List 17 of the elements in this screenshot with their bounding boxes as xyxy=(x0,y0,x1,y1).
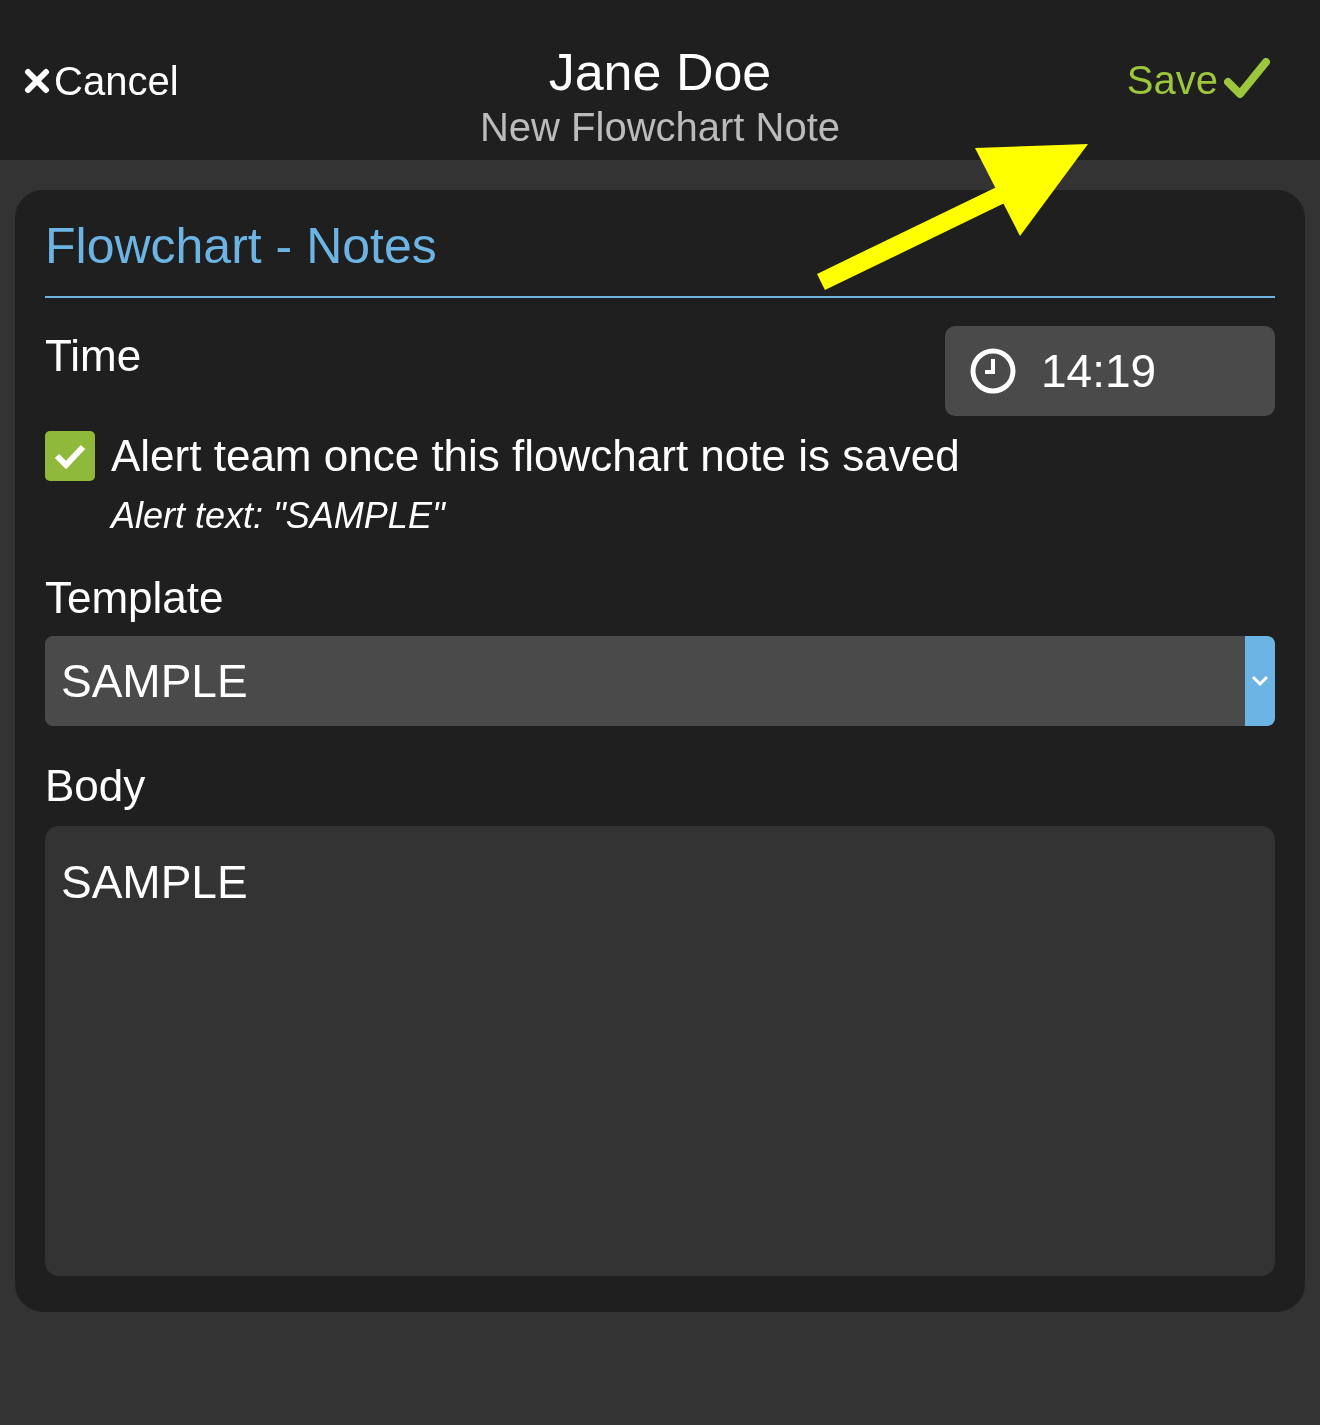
field-label: Template xyxy=(45,572,225,624)
field-label: Time xyxy=(45,330,142,382)
checkbox[interactable] xyxy=(45,431,95,481)
save-button[interactable]: Save xyxy=(1126,50,1296,110)
body-textarea[interactable]: SAMPLE xyxy=(45,826,1275,1276)
field-label: Body xyxy=(45,760,147,812)
close-icon xyxy=(24,68,50,94)
chevron-down-icon xyxy=(1251,675,1269,687)
template-dropdown[interactable]: SAMPLE xyxy=(45,636,1275,726)
cancel-button[interactable]: Cancel xyxy=(24,49,179,111)
alert-label: Alert team once this flowchart note is saved xyxy=(111,430,960,482)
screen-title: New Flowchart Note xyxy=(479,104,841,150)
check-icon xyxy=(54,443,86,469)
time-field[interactable]: 14:19 xyxy=(945,326,1275,416)
clock-icon xyxy=(969,347,1017,395)
patient-name: Jane Doe xyxy=(548,42,772,103)
alert-text: Alert text: "SAMPLE" xyxy=(111,494,447,538)
